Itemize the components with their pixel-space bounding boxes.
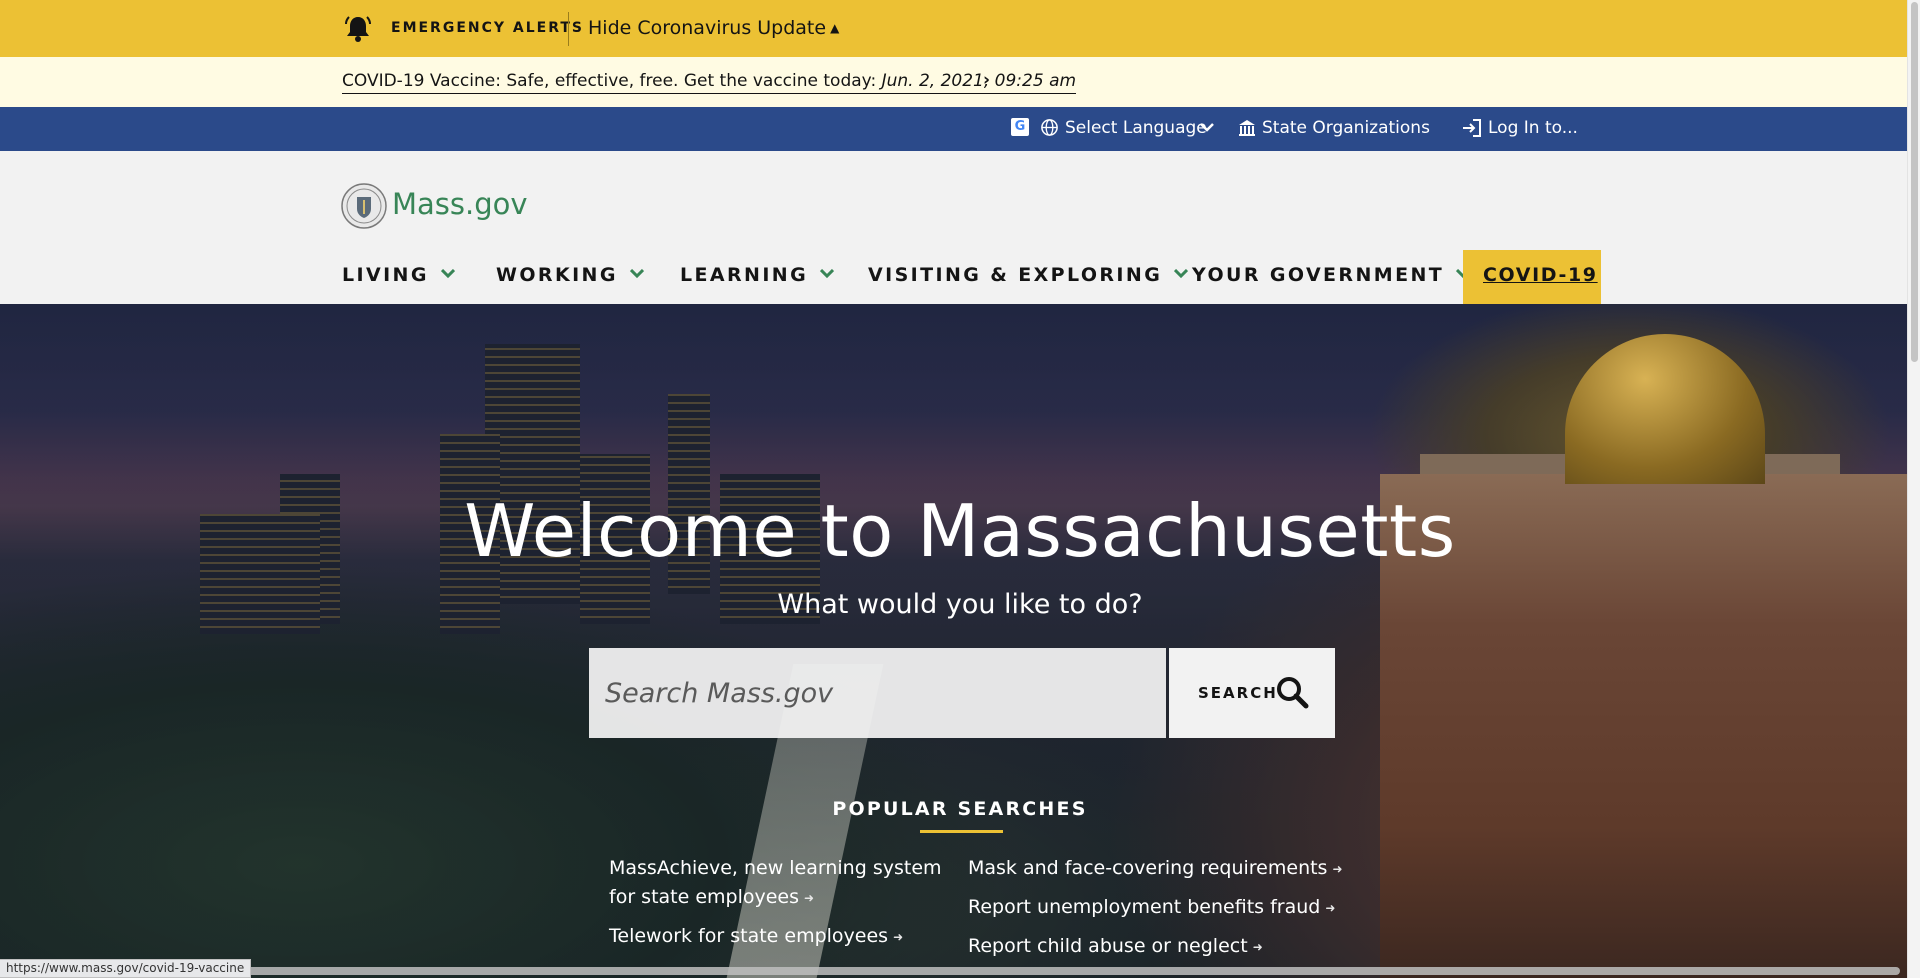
search-input[interactable]: [589, 648, 1166, 738]
chevron-down-icon: [440, 269, 455, 279]
hero-title: Welcome to Massachusetts: [464, 489, 1456, 573]
popular-link-label: Telework for state employees: [609, 925, 889, 947]
nav-working-label: WORKING: [496, 264, 618, 286]
arrow-right-icon: ➜: [1325, 901, 1336, 915]
caret-up-icon: ▲: [830, 21, 840, 35]
popular-link-massachieve[interactable]: MassAchieve, new learning system for sta…: [609, 854, 949, 913]
popular-link-mask[interactable]: Mask and face-covering requirements ➜: [968, 854, 1343, 884]
golden-dome: [1565, 334, 1765, 484]
login-icon: [1463, 119, 1481, 137]
popular-link-telework[interactable]: Telework for state employees ➜: [609, 922, 903, 952]
popular-link-label: Report child abuse or neglect: [968, 935, 1248, 957]
site-logo-text[interactable]: Mass.gov: [392, 187, 528, 221]
search-icon: [1277, 677, 1309, 709]
alerts-divider: [568, 12, 569, 46]
nav-visiting-exploring[interactable]: VISITING & EXPLORING: [868, 264, 1189, 286]
covid-vaccine-text: COVID-19 Vaccine: Safe, effective, free.…: [342, 71, 882, 91]
nav-covid-label: COVID-19: [1483, 264, 1598, 286]
nav-covid-19[interactable]: COVID-19: [1463, 250, 1601, 304]
nav-working[interactable]: WORKING: [496, 264, 644, 286]
state-seal-logo[interactable]: [341, 183, 387, 229]
popular-link-unemployment-fraud[interactable]: Report unemployment benefits fraud ➜: [968, 893, 1335, 923]
popular-link-label: Mask and face-covering requirements: [968, 857, 1328, 879]
status-bar-url: https://www.mass.gov/covid-19-vaccine: [0, 959, 252, 978]
nav-your-government[interactable]: YOUR GOVERNMENT: [1192, 264, 1471, 286]
select-language-button[interactable]: Select Language: [1065, 118, 1207, 138]
search-box: [589, 648, 1166, 738]
site-header: Mass.gov LIVING WORKING LEARNING VISITIN…: [0, 151, 1907, 304]
search-button-label: SEARCH: [1198, 684, 1278, 702]
nav-learning-label: LEARNING: [680, 264, 809, 286]
hero-section: Welcome to Massachusetts What would you …: [0, 304, 1907, 978]
hide-update-label: Hide Coronavirus Update: [588, 17, 827, 39]
google-translate-icon: G: [1011, 118, 1029, 136]
hide-update-toggle[interactable]: Hide Coronavirus Update ▲: [588, 17, 839, 39]
emergency-alerts-bar: EMERGENCY ALERTS Hide Coronavirus Update…: [0, 0, 1907, 57]
arrow-right-icon: ➜: [1332, 862, 1343, 876]
utility-nav: G Select Language State Organizations Lo…: [0, 107, 1907, 151]
emergency-alerts-label: EMERGENCY ALERTS: [391, 20, 584, 36]
hero-subtitle: What would you like to do?: [777, 589, 1143, 620]
state-organizations-link[interactable]: State Organizations: [1262, 118, 1430, 138]
search-button[interactable]: SEARCH: [1169, 648, 1335, 738]
scrollbar-thumb[interactable]: [1911, 2, 1918, 362]
covid-vaccine-date: Jun. 2, 2021, 09:25 am: [881, 71, 1077, 91]
browser-page: EMERGENCY ALERTS Hide Coronavirus Update…: [0, 0, 1907, 978]
covid-vaccine-link[interactable]: COVID-19 Vaccine: Safe, effective, free.…: [342, 71, 1077, 94]
chevron-down-icon: [1200, 123, 1214, 132]
popular-searches-heading: POPULAR SEARCHES: [832, 798, 1088, 820]
popular-searches-underline: [920, 830, 1003, 833]
chevron-down-icon: [629, 269, 644, 279]
vertical-scrollbar[interactable]: [1907, 0, 1920, 978]
globe-icon: [1041, 119, 1058, 136]
chevron-right-icon: ›: [983, 70, 991, 90]
covid-notice-bar: COVID-19 Vaccine: Safe, effective, free.…: [0, 57, 1907, 107]
popular-link-label: Report unemployment benefits fraud: [968, 896, 1321, 918]
nav-learning[interactable]: LEARNING: [680, 264, 835, 286]
nav-visiting-label: VISITING & EXPLORING: [868, 264, 1163, 286]
popular-link-label: MassAchieve, new learning system for sta…: [609, 857, 942, 908]
chevron-down-icon: [1174, 269, 1189, 279]
horizontal-scrollbar[interactable]: [240, 967, 1900, 975]
nav-living-label: LIVING: [342, 264, 429, 286]
building-icon: [1239, 120, 1255, 136]
nav-living[interactable]: LIVING: [342, 264, 455, 286]
popular-link-child-abuse[interactable]: Report child abuse or neglect ➜: [968, 932, 1263, 962]
login-link[interactable]: Log In to...: [1488, 118, 1578, 138]
arrow-right-icon: ➜: [804, 891, 815, 905]
chevron-down-icon: [820, 269, 835, 279]
bell-icon: [345, 16, 371, 42]
arrow-right-icon: ➜: [1252, 940, 1263, 954]
nav-government-label: YOUR GOVERNMENT: [1192, 264, 1445, 286]
arrow-right-icon: ➜: [893, 930, 904, 944]
